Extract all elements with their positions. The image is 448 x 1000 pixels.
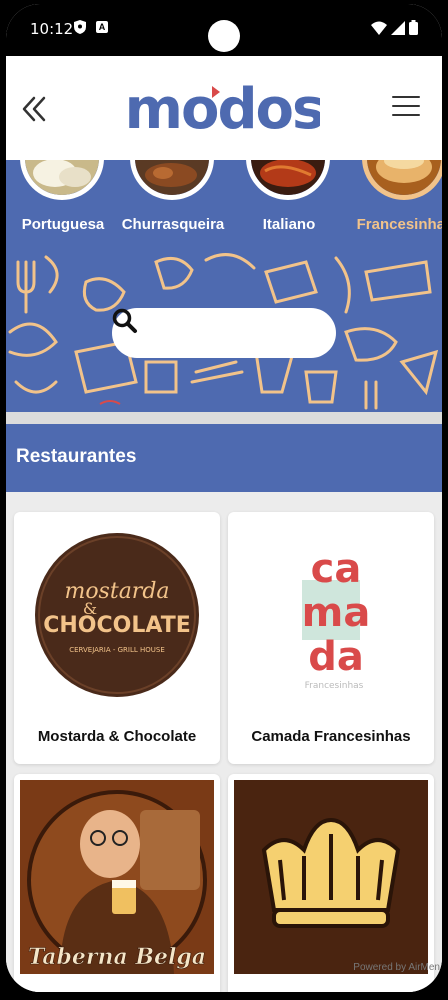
category-image — [362, 160, 442, 200]
mostarda-chocolate-logo: mostarda & CHOCOLATE CERVEJARIA - GRILL … — [35, 533, 199, 697]
logo-text: modos — [128, 78, 320, 138]
category-image — [20, 160, 104, 200]
svg-text:mostarda: mostarda — [64, 579, 169, 604]
modos-logo[interactable]: modos — [128, 78, 320, 138]
section-title: Restaurantes — [16, 446, 137, 467]
svg-text:Taberna Belga: Taberna Belga — [28, 944, 206, 970]
category-label: Churrasqueira — [121, 216, 225, 233]
hamburger-menu-icon[interactable] — [392, 96, 420, 118]
search-input[interactable] — [164, 318, 324, 348]
status-bar: 10:12 A — [6, 4, 442, 56]
shield-icon — [74, 20, 86, 34]
restaurants-header: Restaurantes — [6, 424, 442, 492]
divider — [6, 412, 442, 424]
category-label: Portuguesa — [21, 216, 105, 233]
taberna-belga-logo: Taberna Belga — [20, 780, 214, 974]
phone-frame: 10:12 A modos Portuguesa Churrasqueira I… — [0, 0, 448, 1000]
battery-icon — [409, 20, 418, 35]
notification-badge: A — [96, 21, 108, 33]
hero-banner — [6, 252, 442, 412]
status-time: 10:12 — [30, 20, 74, 38]
svg-text:ca: ca — [311, 546, 362, 592]
status-icons — [371, 20, 418, 35]
powered-by-label: Powered by AirMen — [353, 962, 440, 973]
crown-logo — [234, 780, 428, 974]
svg-text:Francesinhas: Francesinhas — [305, 681, 364, 691]
svg-text:CHOCOLATE: CHOCOLATE — [43, 613, 190, 638]
camada-francesinhas-logo: ca ma da Francesinhas — [302, 546, 371, 691]
restaurant-name: Camada Francesinhas — [251, 728, 411, 745]
restaurant-card-mostarda-chocolate[interactable]: mostarda & CHOCOLATE CERVEJARIA - GRILL … — [14, 512, 220, 764]
restaurant-card-camada-francesinhas[interactable]: ca ma da Francesinhas Camada Francesinha… — [228, 512, 434, 764]
restaurant-card-crown[interactable] — [228, 774, 434, 992]
camera-cutout — [208, 20, 240, 52]
svg-text:ma: ma — [302, 590, 371, 636]
restaurant-grid: mostarda & CHOCOLATE CERVEJARIA - GRILL … — [6, 492, 442, 992]
search-icon[interactable] — [112, 308, 138, 334]
app-header: modos — [6, 56, 442, 160]
category-image — [130, 160, 214, 200]
wifi-icon — [371, 21, 387, 35]
double-chevron-left-icon[interactable] — [20, 94, 50, 124]
restaurant-name: Mostarda & Chocolate — [37, 728, 197, 745]
category-label: Francesinhas — [356, 216, 442, 233]
svg-text:da: da — [308, 634, 364, 680]
search-bar[interactable] — [112, 308, 336, 358]
category-strip: Portuguesa Churrasqueira Italiano France… — [6, 160, 442, 252]
restaurant-card-taberna-belga[interactable]: Taberna Belga — [14, 774, 220, 992]
category-image — [246, 160, 330, 200]
signal-icon — [391, 20, 405, 35]
category-label: Italiano — [262, 216, 316, 233]
screen: 10:12 A modos Portuguesa Churrasqueira I… — [6, 4, 442, 992]
svg-text:CERVEJARIA - GRILL HOUSE: CERVEJARIA - GRILL HOUSE — [69, 646, 165, 654]
